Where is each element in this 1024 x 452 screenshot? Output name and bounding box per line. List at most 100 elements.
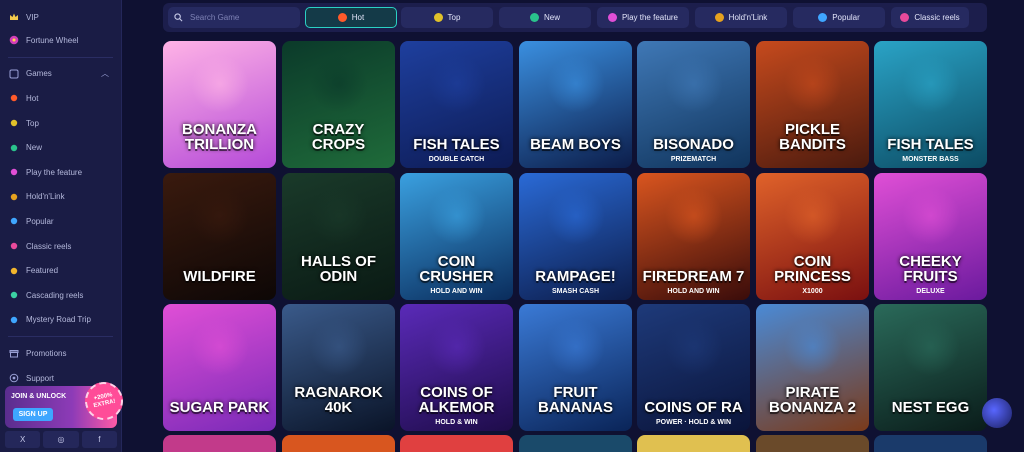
tab-top[interactable]: Top — [401, 7, 493, 28]
game-subtitle: HOLD AND WIN — [430, 288, 483, 295]
game-tile[interactable] — [400, 435, 513, 452]
game-title: COIN CRUSHER — [419, 253, 494, 285]
game-tile[interactable]: FISH TALES MONSTER BASS — [874, 41, 987, 168]
game-title: BONANZA TRILLION — [182, 121, 257, 153]
app-root: VIP Fortune Wheel Games ︿ Hot Top New Play … — [0, 0, 1024, 452]
cascade-icon — [9, 290, 19, 300]
featured-icon — [9, 266, 19, 276]
tab-new[interactable]: New — [499, 7, 591, 28]
game-tile[interactable]: BISONADO PRIZEMATCH — [637, 41, 750, 168]
sidebar-item-hot[interactable]: Hot — [0, 86, 121, 111]
game-subtitle: HOLD & WIN — [435, 419, 478, 426]
sidebar-item-top[interactable]: Top — [0, 111, 121, 136]
tab-hold-n-link[interactable]: Hold'n'Link — [695, 7, 787, 28]
game-tile[interactable]: BEAM BOYS — [519, 41, 632, 168]
game-tile[interactable]: PIRATE BONANZA 2 — [756, 304, 869, 431]
tab-play-the-feature[interactable]: Play the feature — [597, 7, 689, 28]
game-title: CHEEKY FRUITS — [899, 253, 962, 285]
game-tile[interactable]: PICKLE BANDITS — [756, 41, 869, 168]
sidebar-item-games[interactable]: Games ︿ — [0, 62, 121, 87]
game-artwork — [665, 187, 723, 245]
sidebar-item-hold-n-link[interactable]: Hold'n'Link — [0, 185, 121, 210]
game-tile[interactable]: NEST EGG — [874, 304, 987, 431]
game-artwork — [902, 318, 960, 376]
star-icon — [9, 118, 19, 128]
sidebar-item-play-the-feature[interactable]: Play the feature — [0, 160, 121, 185]
game-tile[interactable] — [282, 435, 395, 452]
game-tile[interactable]: CRAZY CROPS — [282, 41, 395, 168]
game-tile[interactable] — [519, 435, 632, 452]
game-title: FISH TALES — [413, 136, 500, 153]
game-tile[interactable]: RAGNAROK 40K — [282, 304, 395, 431]
sidebar-item-featured[interactable]: Featured — [0, 258, 121, 283]
sidebar-item-label: Support — [26, 373, 55, 383]
category-icon — [337, 13, 347, 22]
bolt-icon — [9, 216, 19, 226]
game-artwork — [310, 318, 368, 376]
sidebar-item-label: Featured — [26, 266, 59, 276]
car-icon — [9, 315, 19, 325]
game-tile[interactable]: HALLS OF ODIN — [282, 173, 395, 300]
instagram-icon[interactable]: ◎ — [43, 431, 79, 448]
game-tile[interactable]: FISH TALES DOUBLE CATCH — [400, 41, 513, 168]
game-subtitle: POWER · HOLD & WIN — [655, 419, 732, 426]
x-icon[interactable]: X — [5, 431, 41, 448]
sidebar-item-new[interactable]: New — [0, 135, 121, 160]
game-title: SUGAR PARK — [169, 399, 270, 416]
game-title: FIREDREAM 7 — [642, 268, 745, 285]
facebook-icon[interactable]: f — [81, 431, 117, 448]
search-input[interactable] — [190, 13, 290, 22]
game-tile[interactable] — [637, 435, 750, 452]
tab-hot[interactable]: Hot — [305, 7, 397, 28]
game-tile[interactable]: WILDFIRE — [163, 173, 276, 300]
sidebar-item-popular[interactable]: Popular — [0, 209, 121, 234]
sidebar-item-label: Hot — [26, 93, 39, 103]
game-tile[interactable]: CHEEKY FRUITS DELUXE — [874, 173, 987, 300]
game-tile[interactable]: COINS OF ALKEMOR HOLD & WIN — [400, 304, 513, 431]
sidebar-item-promotions[interactable]: Promotions — [0, 341, 121, 366]
game-tile[interactable] — [874, 435, 987, 452]
sidebar-item-label: Fortune Wheel — [26, 35, 79, 45]
game-artwork — [665, 55, 723, 113]
sidebar-item-cascading-reels[interactable]: Cascading reels — [0, 283, 121, 308]
tab-classic-reels[interactable]: Classic reels — [891, 7, 969, 28]
game-tile[interactable]: COINS OF RA POWER · HOLD & WIN — [637, 304, 750, 431]
category-icon — [714, 13, 724, 22]
game-tile[interactable]: COIN CRUSHER HOLD AND WIN — [400, 173, 513, 300]
category-icon — [529, 13, 539, 22]
promo-text: JOIN & UNLOCK — [11, 393, 67, 400]
game-title: BEAM BOYS — [530, 136, 621, 153]
game-tile[interactable]: FRUIT BANANAS — [519, 304, 632, 431]
game-title: COINS OF ALKEMOR — [418, 384, 495, 416]
sidebar-item-fortune-wheel[interactable]: Fortune Wheel — [0, 28, 121, 53]
support-icon — [9, 373, 19, 383]
search-icon — [174, 13, 183, 22]
sidebar-item-vip[interactable]: VIP — [0, 6, 121, 28]
sidebar-item-label: Classic reels — [26, 241, 72, 251]
game-tile[interactable]: SUGAR PARK — [163, 304, 276, 431]
tab-popular[interactable]: Popular — [793, 7, 885, 28]
promo-banner[interactable]: JOIN & UNLOCK SIGN UP +200% EXTRA! — [5, 378, 127, 428]
game-artwork — [547, 318, 605, 376]
sidebar-item-label: Games — [26, 69, 52, 79]
sidebar-item-mystery-road-trip[interactable]: Mystery Road Trip — [0, 308, 121, 333]
game-tile[interactable]: RAMPAGE! SMASH CASH — [519, 173, 632, 300]
game-tile[interactable] — [163, 435, 276, 452]
game-artwork — [784, 187, 842, 245]
search-box[interactable] — [168, 7, 300, 28]
game-tile[interactable]: FIREDREAM 7 HOLD AND WIN — [637, 173, 750, 300]
game-tile[interactable] — [756, 435, 869, 452]
game-artwork — [547, 187, 605, 245]
game-tile[interactable]: BONANZA TRILLION — [163, 41, 276, 168]
game-tile[interactable]: COIN PRINCESS X1000 — [756, 173, 869, 300]
chevron-up-icon: ︿ — [101, 69, 109, 79]
tab-label: Hold'n'Link — [728, 13, 768, 22]
sidebar-item-classic-reels[interactable]: Classic reels — [0, 234, 121, 259]
game-artwork — [428, 318, 486, 376]
sidebar-item-label: Promotions — [26, 348, 67, 358]
game-artwork — [784, 55, 842, 113]
chat-widget-button[interactable] — [982, 398, 1012, 428]
divider — [8, 336, 113, 338]
divider — [8, 56, 113, 58]
sign-up-button[interactable]: SIGN UP — [13, 408, 53, 421]
